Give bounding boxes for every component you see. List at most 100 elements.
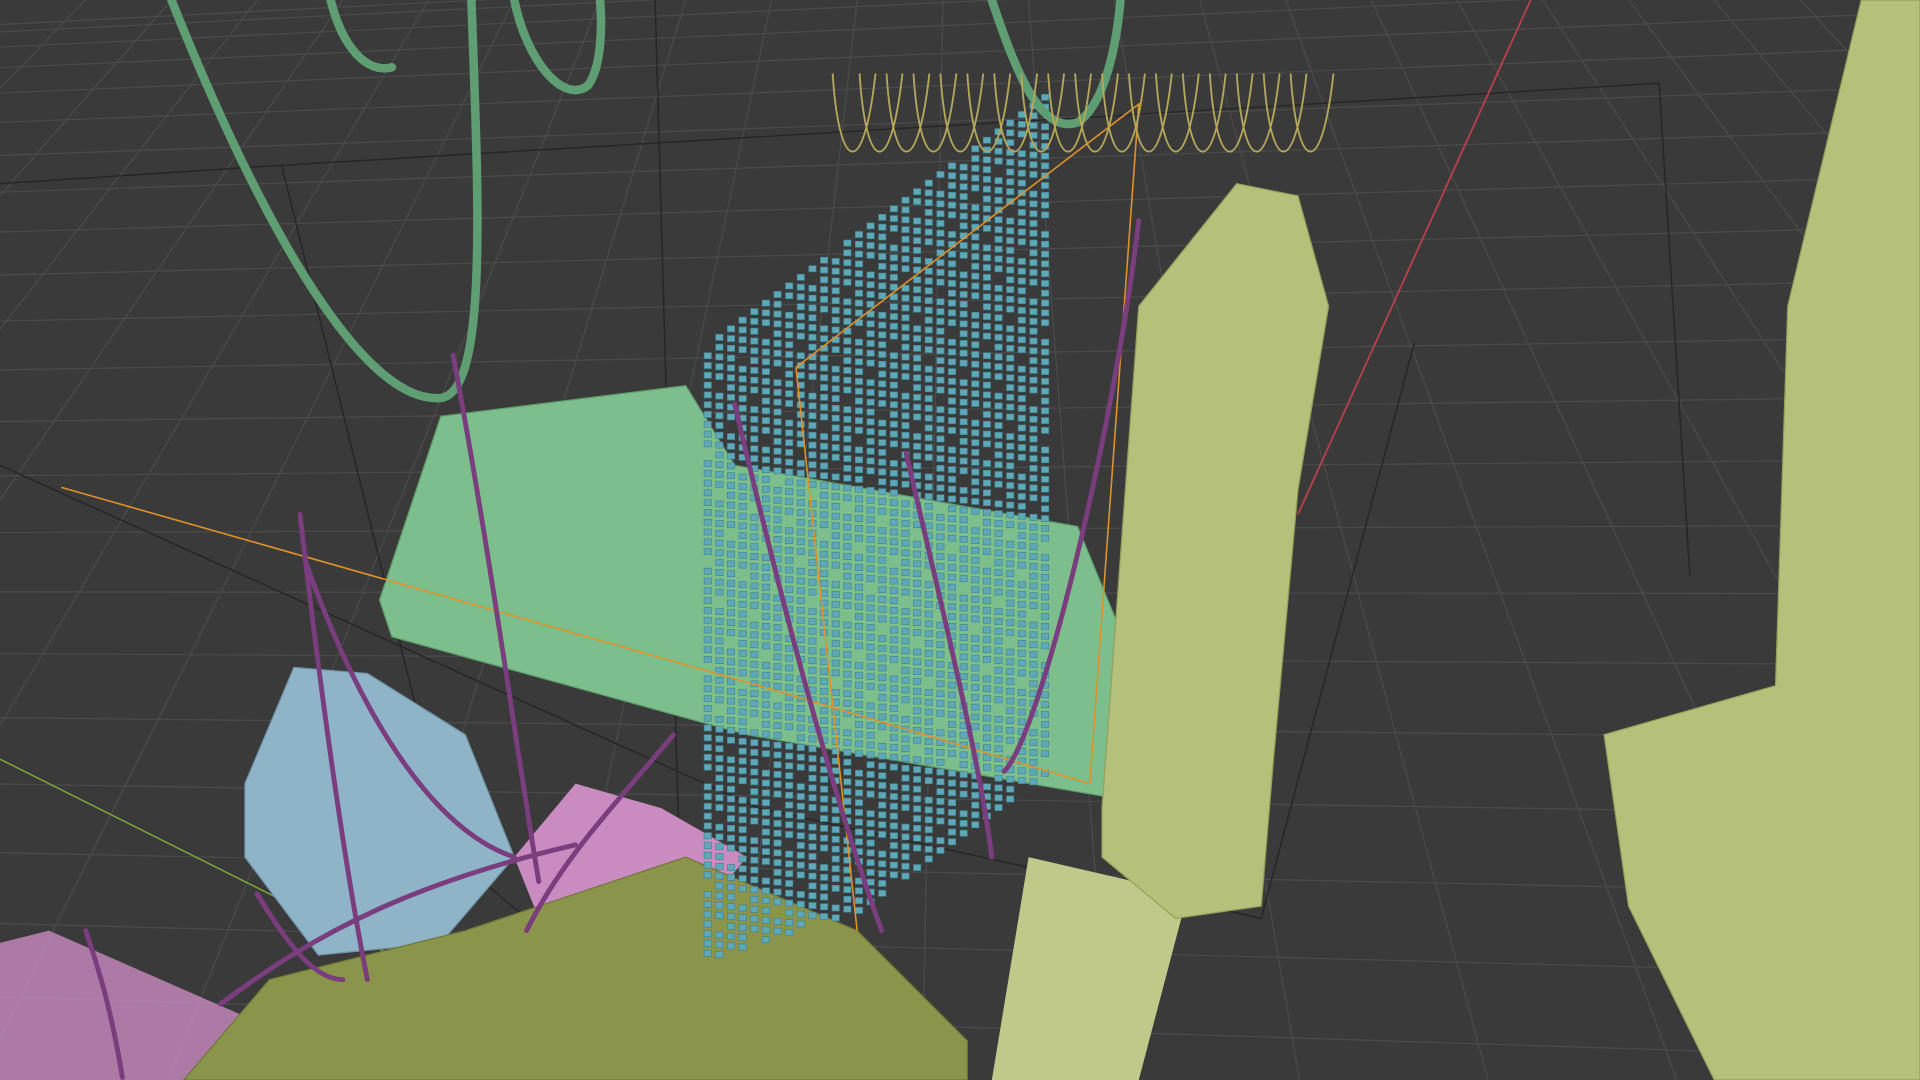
voxel [855,818,863,826]
voxel [738,757,747,765]
voxel [982,714,991,722]
voxel [994,510,1003,518]
voxel [820,570,829,578]
voxel [796,538,805,546]
voxel [959,183,968,191]
voxel [715,539,724,547]
voxel [1041,603,1050,611]
voxel [1041,387,1050,395]
voxel [971,360,980,368]
voxel [715,765,724,772]
voxel [750,807,759,815]
voxel [773,751,782,759]
voxel [843,406,852,413]
voxel [994,539,1003,547]
voxel [855,309,863,317]
voxel [855,260,863,268]
voxel [796,636,805,644]
viewport-scene[interactable] [0,0,1920,1080]
voxel [982,724,991,732]
voxel [1041,554,1050,562]
voxel [982,567,991,575]
voxel [889,567,898,575]
voxel [948,299,957,307]
voxel [971,596,980,603]
voxel [901,794,910,802]
voxel [715,480,724,488]
voxel [1041,740,1050,748]
voxel [773,643,782,651]
voxel [1006,247,1015,254]
voxel [761,446,770,454]
voxel [959,829,968,837]
voxel [843,494,852,502]
voxel [866,379,875,387]
voxel [1017,150,1026,158]
voxel [994,480,1003,488]
voxel [831,561,840,569]
voxel [1029,435,1038,443]
voxel [971,547,980,554]
voxel [971,204,980,211]
voxel [715,686,724,694]
voxel [703,656,712,663]
voxel [785,537,794,544]
voxel [959,516,968,524]
voxel [1029,533,1038,541]
voxel [982,744,991,751]
voxel [901,304,910,312]
voxel [773,624,782,631]
voxel [901,226,910,233]
voxel [773,741,782,749]
voxel [913,335,922,342]
voxel [785,478,794,486]
voxel [831,473,840,481]
voxel [796,861,805,869]
voxel [715,422,724,429]
voxel [808,559,817,567]
voxel [982,538,991,546]
voxel [878,752,887,760]
voxel [936,690,945,698]
voxel [913,384,922,391]
voxel [738,767,747,775]
voxel [924,385,933,393]
voxel [994,735,1003,743]
voxel [959,379,968,387]
voxel [959,496,968,504]
voxel [1041,201,1050,209]
voxel [924,708,933,716]
voxel [982,352,991,360]
voxel [703,587,712,595]
voxel [913,580,922,587]
voxel [831,689,840,696]
voxel [843,641,852,649]
voxel [820,403,829,411]
voxel [948,701,957,709]
voxel [715,853,724,860]
voxel [761,907,770,914]
voxel [971,468,980,476]
3d-viewport[interactable] [0,0,1920,1080]
voxel [982,322,991,330]
voxel [820,727,829,734]
voxel [936,523,945,531]
voxel [866,555,875,563]
voxel [1017,483,1026,491]
voxel [761,613,770,620]
voxel [1017,218,1026,226]
voxel [866,653,875,661]
voxel [785,811,794,819]
voxel [785,331,794,339]
voxel [715,363,724,371]
voxel [831,365,840,373]
voxel [761,407,770,415]
voxel [820,834,829,842]
voxel [959,487,968,494]
voxel [855,593,863,601]
voxel [750,455,759,462]
voxel [796,548,805,555]
voxel [924,316,933,324]
voxel [1006,384,1015,391]
voxel [703,371,712,379]
